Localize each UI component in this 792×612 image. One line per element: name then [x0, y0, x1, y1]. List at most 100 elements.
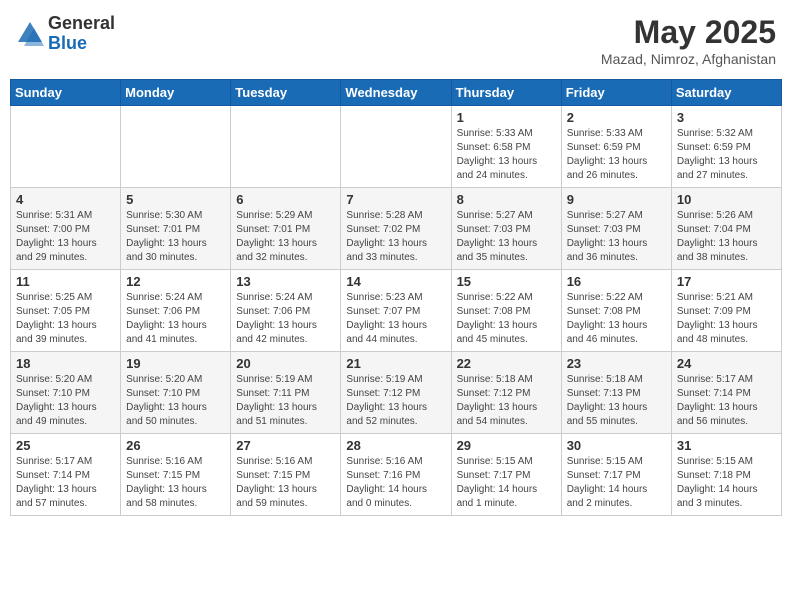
- calendar-cell: 26Sunrise: 5:16 AM Sunset: 7:15 PM Dayli…: [121, 434, 231, 516]
- day-info: Sunrise: 5:24 AM Sunset: 7:06 PM Dayligh…: [236, 291, 335, 347]
- day-number: 5: [126, 192, 225, 207]
- day-info: Sunrise: 5:18 AM Sunset: 7:13 PM Dayligh…: [567, 373, 666, 429]
- day-number: 27: [236, 438, 335, 453]
- day-number: 17: [677, 274, 776, 289]
- calendar-cell: 7 Sunrise: 5:28 AM Sunset: 7:02 PM Daylig…: [341, 188, 451, 270]
- day-info: Sunrise: 5:15 AM Sunset: 7:17 PM Dayligh…: [457, 455, 556, 511]
- calendar-cell: 31Sunrise: 5:15 AM Sunset: 7:18 PM Dayli…: [671, 434, 781, 516]
- calendar-cell: 3Sunrise: 5:32 AM Sunset: 6:59 PM Daylig…: [671, 106, 781, 188]
- day-number: 23: [567, 356, 666, 371]
- weekday-header-tuesday: Tuesday: [231, 80, 341, 106]
- day-number: 2: [567, 110, 666, 125]
- calendar-cell: 17 Sunrise: 5:21 AM Sunset: 7:09 PM Dayli…: [671, 270, 781, 352]
- day-info: Sunrise: 5:17 AM Sunset: 7:14 PM Dayligh…: [677, 373, 776, 429]
- day-number: 22: [457, 356, 556, 371]
- day-number: 24: [677, 356, 776, 371]
- day-number: 21: [346, 356, 445, 371]
- title-block: May 2025 Mazad, Nimroz, Afghanistan: [601, 14, 776, 67]
- page-header: General Blue May 2025 Mazad, Nimroz, Afg…: [10, 10, 782, 71]
- day-number: 13: [236, 274, 335, 289]
- calendar-subtitle: Mazad, Nimroz, Afghanistan: [601, 51, 776, 67]
- calendar-week-2: 4 Sunrise: 5:31 AM Sunset: 7:00 PM Daylig…: [11, 188, 782, 270]
- day-number: 11: [16, 274, 115, 289]
- day-info: Sunrise: 5:19 AM Sunset: 7:12 PM Dayligh…: [346, 373, 445, 429]
- calendar-cell: 1 Sunrise: 5:33 AM Sunset: 6:58 PM Daylig…: [451, 106, 561, 188]
- calendar-cell: 24 Sunrise: 5:17 AM Sunset: 7:14 PM Dayli…: [671, 352, 781, 434]
- calendar-table: SundayMondayTuesdayWednesdayThursdayFrid…: [10, 79, 782, 516]
- calendar-cell: [231, 106, 341, 188]
- weekday-header-row: SundayMondayTuesdayWednesdayThursdayFrid…: [11, 80, 782, 106]
- calendar-cell: 20 Sunrise: 5:19 AM Sunset: 7:11 PM Dayli…: [231, 352, 341, 434]
- day-info: Sunrise: 5:31 AM Sunset: 7:00 PM Dayligh…: [16, 209, 115, 265]
- calendar-week-1: 1 Sunrise: 5:33 AM Sunset: 6:58 PM Daylig…: [11, 106, 782, 188]
- day-info: Sunrise: 5:19 AM Sunset: 7:11 PM Dayligh…: [236, 373, 335, 429]
- day-info: Sunrise: 5:28 AM Sunset: 7:02 PM Dayligh…: [346, 209, 445, 265]
- calendar-cell: 13 Sunrise: 5:24 AM Sunset: 7:06 PM Dayli…: [231, 270, 341, 352]
- day-number: 15: [457, 274, 556, 289]
- calendar-cell: 6Sunrise: 5:29 AM Sunset: 7:01 PM Daylig…: [231, 188, 341, 270]
- calendar-title: May 2025: [601, 14, 776, 51]
- calendar-cell: 28Sunrise: 5:16 AM Sunset: 7:16 PM Dayli…: [341, 434, 451, 516]
- day-number: 8: [457, 192, 556, 207]
- day-info: Sunrise: 5:18 AM Sunset: 7:12 PM Dayligh…: [457, 373, 556, 429]
- calendar-cell: 29 Sunrise: 5:15 AM Sunset: 7:17 PM Dayli…: [451, 434, 561, 516]
- day-info: Sunrise: 5:33 AM Sunset: 6:58 PM Dayligh…: [457, 127, 556, 183]
- day-number: 30: [567, 438, 666, 453]
- day-info: Sunrise: 5:26 AM Sunset: 7:04 PM Dayligh…: [677, 209, 776, 265]
- weekday-header-monday: Monday: [121, 80, 231, 106]
- calendar-cell: [11, 106, 121, 188]
- day-info: Sunrise: 5:33 AM Sunset: 6:59 PM Dayligh…: [567, 127, 666, 183]
- calendar-week-3: 11 Sunrise: 5:25 AM Sunset: 7:05 PM Dayli…: [11, 270, 782, 352]
- day-number: 10: [677, 192, 776, 207]
- day-number: 14: [346, 274, 445, 289]
- day-number: 20: [236, 356, 335, 371]
- day-info: Sunrise: 5:24 AM Sunset: 7:06 PM Dayligh…: [126, 291, 225, 347]
- calendar-cell: 2 Sunrise: 5:33 AM Sunset: 6:59 PM Daylig…: [561, 106, 671, 188]
- day-number: 1: [457, 110, 556, 125]
- calendar-cell: 18Sunrise: 5:20 AM Sunset: 7:10 PM Dayli…: [11, 352, 121, 434]
- day-info: Sunrise: 5:16 AM Sunset: 7:16 PM Dayligh…: [346, 455, 445, 511]
- day-number: 4: [16, 192, 115, 207]
- calendar-cell: [341, 106, 451, 188]
- weekday-header-thursday: Thursday: [451, 80, 561, 106]
- calendar-cell: 9 Sunrise: 5:27 AM Sunset: 7:03 PM Daylig…: [561, 188, 671, 270]
- day-info: Sunrise: 5:21 AM Sunset: 7:09 PM Dayligh…: [677, 291, 776, 347]
- calendar-cell: 21 Sunrise: 5:19 AM Sunset: 7:12 PM Dayli…: [341, 352, 451, 434]
- weekday-header-wednesday: Wednesday: [341, 80, 451, 106]
- day-number: 19: [126, 356, 225, 371]
- weekday-header-saturday: Saturday: [671, 80, 781, 106]
- logo: General Blue: [16, 14, 115, 54]
- day-number: 16: [567, 274, 666, 289]
- day-info: Sunrise: 5:22 AM Sunset: 7:08 PM Dayligh…: [567, 291, 666, 347]
- day-number: 25: [16, 438, 115, 453]
- day-number: 29: [457, 438, 556, 453]
- calendar-cell: 11 Sunrise: 5:25 AM Sunset: 7:05 PM Dayli…: [11, 270, 121, 352]
- day-info: Sunrise: 5:27 AM Sunset: 7:03 PM Dayligh…: [567, 209, 666, 265]
- calendar-week-5: 25 Sunrise: 5:17 AM Sunset: 7:14 PM Dayli…: [11, 434, 782, 516]
- calendar-cell: 23 Sunrise: 5:18 AM Sunset: 7:13 PM Dayli…: [561, 352, 671, 434]
- day-info: Sunrise: 5:27 AM Sunset: 7:03 PM Dayligh…: [457, 209, 556, 265]
- calendar-cell: [121, 106, 231, 188]
- day-info: Sunrise: 5:30 AM Sunset: 7:01 PM Dayligh…: [126, 209, 225, 265]
- day-number: 7: [346, 192, 445, 207]
- day-info: Sunrise: 5:29 AM Sunset: 7:01 PM Dayligh…: [236, 209, 335, 265]
- day-number: 3: [677, 110, 776, 125]
- day-info: Sunrise: 5:25 AM Sunset: 7:05 PM Dayligh…: [16, 291, 115, 347]
- calendar-cell: 22 Sunrise: 5:18 AM Sunset: 7:12 PM Dayli…: [451, 352, 561, 434]
- weekday-header-friday: Friday: [561, 80, 671, 106]
- calendar-cell: 30Sunrise: 5:15 AM Sunset: 7:17 PM Dayli…: [561, 434, 671, 516]
- calendar-cell: 10 Sunrise: 5:26 AM Sunset: 7:04 PM Dayli…: [671, 188, 781, 270]
- logo-blue-text: Blue: [48, 34, 115, 54]
- day-number: 12: [126, 274, 225, 289]
- day-info: Sunrise: 5:20 AM Sunset: 7:10 PM Dayligh…: [126, 373, 225, 429]
- day-info: Sunrise: 5:17 AM Sunset: 7:14 PM Dayligh…: [16, 455, 115, 511]
- weekday-header-sunday: Sunday: [11, 80, 121, 106]
- calendar-cell: 12 Sunrise: 5:24 AM Sunset: 7:06 PM Dayli…: [121, 270, 231, 352]
- logo-general-text: General: [48, 14, 115, 34]
- calendar-cell: 19 Sunrise: 5:20 AM Sunset: 7:10 PM Dayli…: [121, 352, 231, 434]
- calendar-cell: 25 Sunrise: 5:17 AM Sunset: 7:14 PM Dayli…: [11, 434, 121, 516]
- calendar-week-4: 18Sunrise: 5:20 AM Sunset: 7:10 PM Dayli…: [11, 352, 782, 434]
- calendar-cell: 14Sunrise: 5:23 AM Sunset: 7:07 PM Dayli…: [341, 270, 451, 352]
- day-number: 9: [567, 192, 666, 207]
- calendar-cell: 16 Sunrise: 5:22 AM Sunset: 7:08 PM Dayli…: [561, 270, 671, 352]
